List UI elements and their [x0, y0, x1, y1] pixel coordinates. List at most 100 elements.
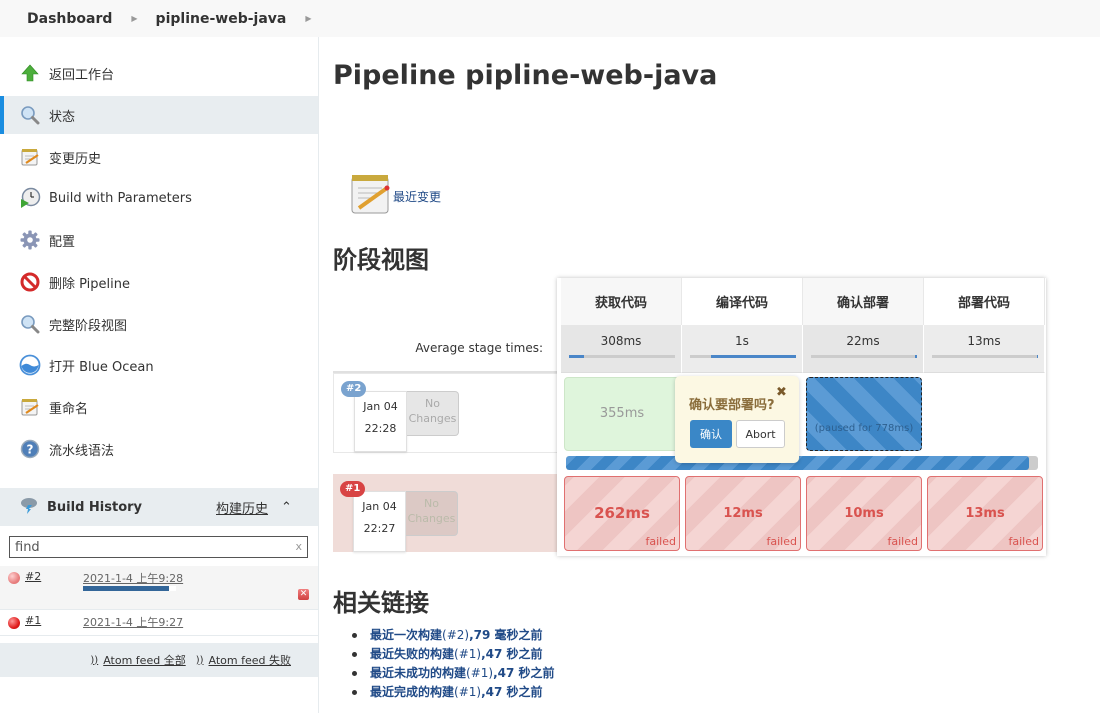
stage-average: 22ms [803, 325, 924, 373]
sidebar-item-delete-pipeline[interactable]: 删除 Pipeline [0, 263, 318, 301]
run-row-2-info[interactable]: #2 Jan 04 22:28 No Changes [333, 373, 558, 453]
sidebar-item-changes[interactable]: 变更历史 [0, 138, 318, 176]
stage-cell-status: failed [645, 535, 676, 548]
sidebar-item-configure[interactable]: 配置 [0, 221, 318, 259]
sidebar-item-label: 删除 Pipeline [49, 276, 131, 292]
sidebar-item-full-stage-view[interactable]: 完整阶段视图 [0, 305, 318, 343]
close-icon[interactable]: ✖ [776, 385, 787, 400]
related-link-last-completed[interactable]: 最近完成的构建 (#1) ,47 秒之前 [352, 683, 555, 702]
stage-cell-time: 12ms [723, 506, 763, 521]
sidebar: 返回工作台 状态 变更历史 Build with Parameters 配置 删… [0, 37, 319, 713]
sidebar-item-label: 配置 [49, 234, 76, 250]
svg-text:?: ? [27, 443, 34, 457]
atom-feed-all-label: Atom feed 全部 [103, 654, 186, 667]
sidebar-item-pipeline-syntax[interactable]: ? 流水线语法 [0, 430, 318, 468]
stage-average-bar [811, 355, 917, 358]
link-time: ,47 秒之前 [481, 647, 543, 661]
sidebar-item-back-to-dashboard[interactable]: 返回工作台 [0, 54, 318, 92]
stage-cell-failed[interactable]: 12ms failed [685, 476, 801, 551]
build-progress-bar [83, 586, 176, 591]
build-number-link[interactable]: #1 [25, 614, 41, 627]
build-history-trend-link[interactable]: 构建历史 [216, 498, 268, 517]
link-text: 最近失败的构建 [370, 647, 455, 661]
related-links-heading: 相关链接 [333, 589, 429, 617]
input-prompt-message: 确认要部署吗? [689, 398, 775, 413]
build-changes: No Changes [406, 491, 458, 536]
notepad-icon [19, 146, 41, 168]
link-build-number: (#1) [454, 647, 482, 661]
gear-icon [19, 229, 41, 251]
build-changes: No Changes [407, 391, 459, 436]
link-build-number: (#1) [454, 685, 482, 699]
stage-cell-failed[interactable]: 13ms failed [927, 476, 1043, 551]
collapse-caret-icon[interactable]: ⌃ [281, 500, 292, 515]
stage-average: 308ms [561, 325, 682, 373]
stage-cell-failed[interactable]: 10ms failed [806, 476, 922, 551]
sidebar-item-label: 打开 Blue Ocean [49, 359, 154, 375]
related-link-last-failed[interactable]: 最近失败的构建 (#1) ,47 秒之前 [352, 645, 555, 664]
link-build-number: (#1) [466, 666, 494, 680]
average-stage-times-label: Average stage times: [333, 325, 558, 373]
build-badge[interactable]: #2 [341, 381, 367, 397]
build-date: Jan 04 [362, 500, 397, 513]
build-time: 22:28 [364, 422, 397, 435]
blue-ocean-icon [19, 354, 41, 376]
no-entry-icon [19, 271, 41, 293]
sidebar-item-build-with-parameters[interactable]: Build with Parameters [0, 179, 318, 217]
sidebar-item-label: 流水线语法 [49, 443, 115, 459]
breadcrumb-separator-icon[interactable]: ▶ [305, 14, 311, 23]
stage-average-bar [690, 355, 796, 358]
abort-button[interactable]: Abort [736, 420, 785, 448]
sidebar-item-rename[interactable]: 重命名 [0, 388, 318, 426]
stage-cell-success[interactable]: 355ms [564, 377, 680, 451]
bullet [352, 633, 357, 638]
atom-feed-failed-link[interactable]: )) Atom feed 失败 [196, 652, 291, 668]
breadcrumb-separator-icon[interactable]: ▶ [131, 14, 137, 23]
build-history-row: #2 2021-1-4 上午9:28 ✕ [0, 566, 318, 610]
proceed-button[interactable]: 确认 [690, 420, 732, 448]
stage-cell-time: 13ms [965, 506, 1005, 521]
page-title: Pipeline pipline-web-java [333, 60, 718, 91]
stage-average-bar-fill [1036, 355, 1038, 358]
build-badge[interactable]: #1 [340, 481, 366, 497]
stage-cell-paused[interactable]: (paused for 778ms) [806, 377, 922, 451]
breadcrumb-job[interactable]: pipline-web-java [156, 11, 287, 27]
related-links-list: 最近一次构建 (#2) ,79 毫秒之前 最近失败的构建 (#1) ,47 秒之前 最近… [352, 626, 555, 702]
build-number-link[interactable]: #2 [25, 570, 41, 583]
notepad-icon [349, 172, 393, 220]
build-date-link[interactable]: 2021-1-4 上午9:28 [83, 570, 183, 586]
recent-changes-link[interactable]: 最近变更 [393, 188, 441, 205]
help-icon: ? [19, 438, 41, 460]
breadcrumb-dashboard[interactable]: Dashboard [27, 11, 112, 27]
link-time: ,47 秒之前 [493, 666, 555, 680]
atom-feed-all-link[interactable]: )) Atom feed 全部 [90, 652, 185, 668]
sidebar-item-label: 返回工作台 [49, 67, 115, 83]
atom-feed-failed-label: Atom feed 失败 [208, 654, 291, 667]
build-history-search-input[interactable]: find x [9, 536, 308, 558]
build-history-cloud-icon [19, 496, 39, 518]
stage-header: 确认部署 [803, 278, 924, 325]
stage-average: 13ms [924, 325, 1045, 373]
stage-view-heading: 阶段视图 [333, 246, 429, 274]
link-time: ,47 秒之前 [481, 685, 543, 699]
related-link-last-build[interactable]: 最近一次构建 (#2) ,79 毫秒之前 [352, 626, 555, 645]
build-date-box: Jan 04 22:28 [354, 391, 407, 452]
clear-search-icon[interactable]: x [295, 540, 302, 553]
link-text: 最近完成的构建 [370, 685, 455, 699]
sidebar-item-status[interactable]: 状态 [0, 96, 318, 134]
magnifier-icon [19, 313, 41, 335]
sidebar-item-blue-ocean[interactable]: 打开 Blue Ocean [0, 346, 318, 384]
atom-feed-bar: )) Atom feed 全部 )) Atom feed 失败 [0, 643, 318, 677]
build-date-link[interactable]: 2021-1-4 上午9:27 [83, 614, 183, 630]
stop-build-icon[interactable]: ✕ [298, 589, 309, 600]
input-prompt-popover: 确认要部署吗? ✖ 确认 Abort [675, 376, 799, 463]
stage-average-bar-fill [569, 355, 584, 358]
stage-average-time: 1s [735, 334, 749, 348]
stage-header: 获取代码 [561, 278, 682, 325]
related-link-last-unsuccessful[interactable]: 最近未成功的构建 (#1) ,47 秒之前 [352, 664, 555, 683]
stage-cell-failed[interactable]: 262ms failed [564, 476, 680, 551]
stage-cell-status: failed [1008, 535, 1039, 548]
run-row-1-info[interactable]: #1 Jan 04 22:27 No Changes [333, 474, 558, 552]
build-date-box: Jan 04 22:27 [353, 491, 406, 552]
bullet [352, 652, 357, 657]
